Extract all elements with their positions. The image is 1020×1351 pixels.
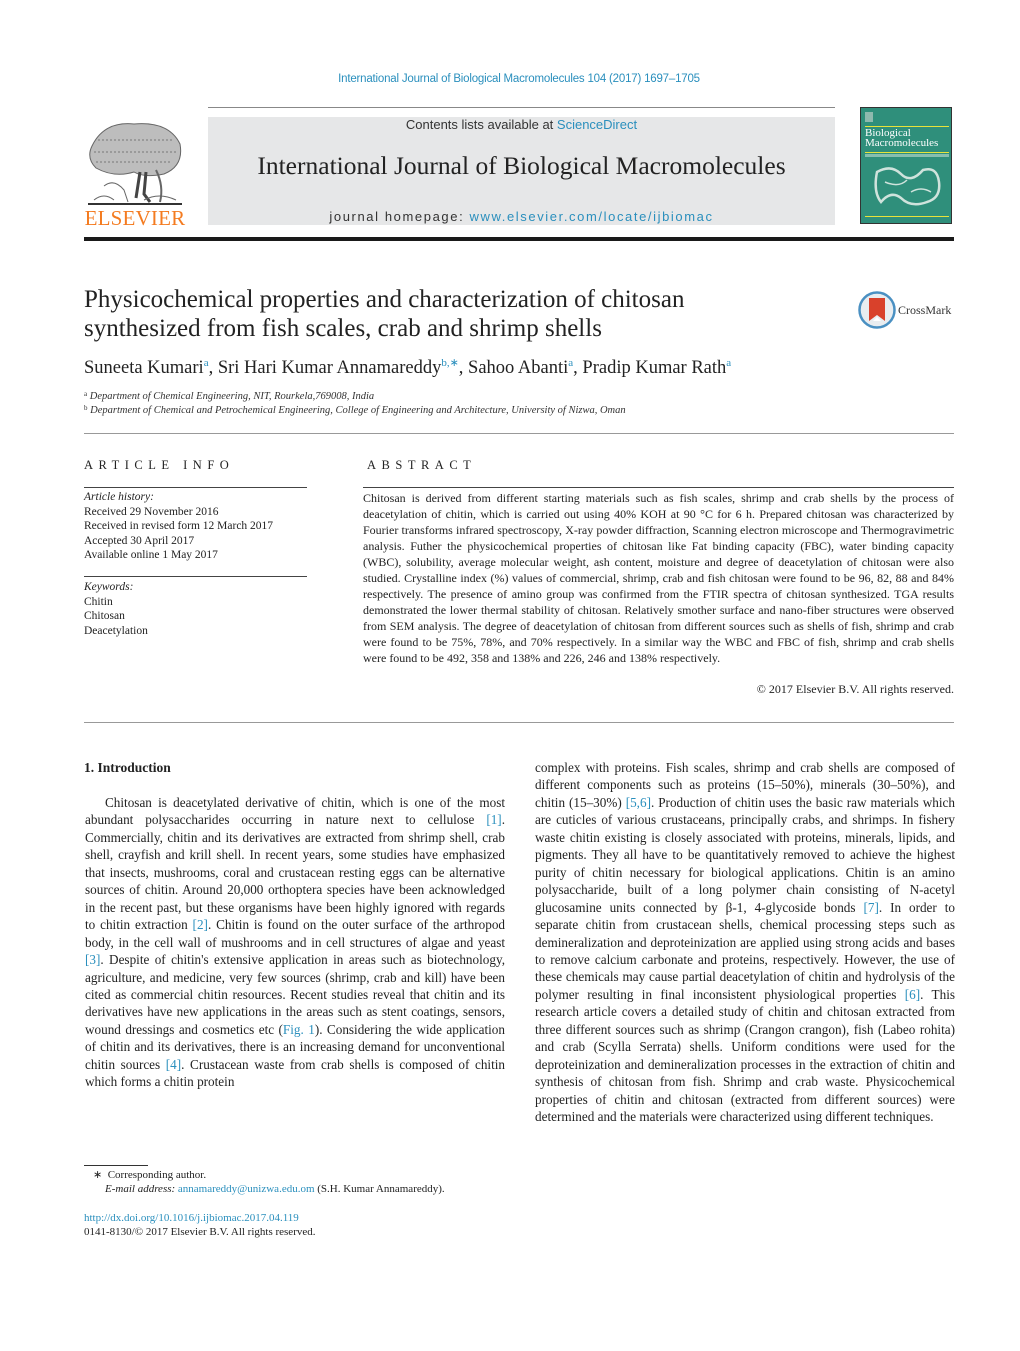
- reference-link[interactable]: [1]: [486, 812, 501, 827]
- section-divider: [84, 433, 954, 434]
- author-list: Suneeta Kumaria, Sri Hari Kumar Annamare…: [84, 357, 732, 378]
- homepage-link[interactable]: www.elsevier.com/locate/ijbiomac: [470, 209, 714, 224]
- author[interactable]: Suneeta Kumaria: [84, 357, 209, 378]
- sciencedirect-link[interactable]: ScienceDirect: [557, 117, 637, 132]
- reference-link[interactable]: [3]: [85, 952, 100, 967]
- corresponding-author-note: ∗ Corresponding author.: [93, 1169, 207, 1181]
- cover-rule: [865, 152, 949, 153]
- author[interactable]: Pradip Kumar Ratha: [582, 357, 731, 378]
- affiliation: b Department of Chemical and Petrochemic…: [84, 404, 626, 416]
- protein-structure-icon: [874, 167, 941, 206]
- article-title-line2: synthesized from fish scales, crab and s…: [84, 315, 602, 342]
- email-note: E-mail address: annamareddy@unizwa.edu.o…: [105, 1183, 445, 1195]
- doi-link[interactable]: http://dx.doi.org/10.1016/j.ijbiomac.201…: [84, 1212, 299, 1224]
- keyword: Deacetylation: [84, 624, 148, 637]
- running-head-citation[interactable]: International Journal of Biological Macr…: [0, 73, 1020, 85]
- body-text: . Production of chitin uses the basic ra…: [535, 794, 955, 915]
- abstract-copyright: © 2017 Elsevier B.V. All rights reserved…: [756, 682, 954, 696]
- affiliation-mark[interactable]: a: [726, 357, 731, 369]
- keywords-label: Keywords:: [84, 581, 134, 593]
- cover-title: Biological Macromolecules: [865, 128, 939, 149]
- email-link[interactable]: annamareddy@unizwa.edu.om: [178, 1183, 315, 1195]
- article-title-line1: Physicochemical properties and character…: [84, 286, 685, 313]
- reference-link[interactable]: [4]: [166, 1057, 181, 1072]
- body-column-right: complex with proteins. Fish scales, shri…: [535, 759, 955, 1126]
- history-label: Article history:: [84, 491, 154, 503]
- affiliation: a Department of Chemical Engineering, NI…: [84, 390, 375, 402]
- history-item: Received 29 November 2016: [84, 505, 219, 518]
- cover-rule: [865, 216, 949, 217]
- reference-link[interactable]: [7]: [863, 900, 878, 915]
- abstract-heading: ABSTRACT: [367, 458, 477, 472]
- body-text: . Commercially, chitin and its derivativ…: [85, 812, 505, 933]
- section-heading-introduction: 1. Introduction: [84, 760, 171, 775]
- reference-link[interactable]: Fig. 1: [283, 1022, 315, 1037]
- abstract-rule: [363, 487, 954, 488]
- elsevier-wordmark: ELSEVIER: [84, 206, 186, 230]
- section-divider: [84, 722, 954, 723]
- article-title: Physicochemical properties and character…: [84, 285, 844, 343]
- contents-prefix: Contents lists available at: [405, 117, 557, 132]
- history-item: Received in revised form 12 March 2017: [84, 520, 274, 532]
- author[interactable]: Sri Hari Kumar Annamareddyb,∗: [218, 357, 459, 378]
- journal-cover-thumbnail[interactable]: Biological Macromolecules: [860, 107, 952, 224]
- article-info-heading: ARTICLE INFO: [84, 458, 235, 472]
- cover-title-line2: Macromolecules: [865, 137, 939, 149]
- cover-subtitle: [865, 154, 949, 157]
- cover-elsevier-mark: [865, 112, 873, 122]
- introduction-paragraph-continued: complex with proteins. Fish scales, shri…: [535, 759, 955, 1126]
- abstract-text: Chitosan is derived from different start…: [363, 491, 954, 665]
- article-info-rule: [84, 576, 307, 577]
- journal-title: International Journal of Biological Macr…: [257, 151, 786, 180]
- crossmark-icon[interactable]: [858, 291, 896, 329]
- reference-link[interactable]: [6]: [905, 987, 920, 1002]
- introduction-paragraph: Chitosan is deacetylated derivative of c…: [85, 794, 505, 1091]
- article-history: Article history: Received 29 November 20…: [84, 490, 314, 563]
- header-rule: [208, 107, 835, 108]
- history-item: Available online 1 May 2017: [84, 549, 218, 561]
- homepage-prefix: journal homepage:: [329, 209, 470, 224]
- body-text: Chitosan is deacetylated derivative of c…: [85, 795, 505, 828]
- author[interactable]: Sahoo Abantia: [468, 357, 573, 378]
- keywords: Keywords: Chitin Chitosan Deacetylation: [84, 580, 314, 638]
- header-thick-rule: [84, 237, 954, 241]
- contents-line: Contents lists available at ScienceDirec…: [208, 117, 835, 132]
- keyword: Chitin: [84, 595, 113, 608]
- article-info-rule: [84, 487, 307, 488]
- history-item: Accepted 30 April 2017: [84, 534, 195, 547]
- reference-link[interactable]: [5,6]: [626, 795, 651, 810]
- reference-link[interactable]: [2]: [193, 917, 208, 932]
- crossmark-label[interactable]: CrossMark: [898, 303, 951, 318]
- body-text: . This research article covers a detaile…: [535, 986, 955, 1125]
- keyword: Chitosan: [84, 610, 125, 622]
- affiliation-mark[interactable]: b,∗: [441, 357, 458, 369]
- footnote-rule: [84, 1165, 148, 1166]
- issn-copyright: 0141-8130/© 2017 Elsevier B.V. All right…: [84, 1226, 316, 1238]
- journal-homepage: journal homepage: www.elsevier.com/locat…: [208, 209, 835, 224]
- body-column-left: Chitosan is deacetylated derivative of c…: [85, 794, 505, 1091]
